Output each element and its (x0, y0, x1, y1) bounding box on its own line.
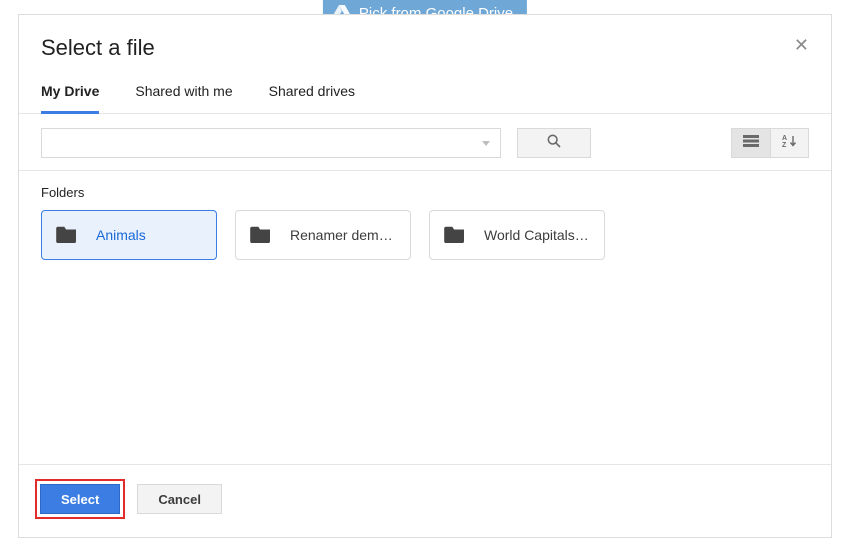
list-view-button[interactable] (732, 129, 770, 157)
folder-card-world-capitals[interactable]: World Capitals… (429, 210, 605, 260)
tab-my-drive[interactable]: My Drive (41, 83, 99, 114)
cancel-button[interactable]: Cancel (137, 484, 222, 514)
close-icon[interactable]: ✕ (794, 35, 809, 56)
content-area: Folders Animals Renamer dem… (19, 171, 831, 464)
folder-row: Animals Renamer dem… World Capitals… (41, 210, 809, 260)
search-button[interactable] (517, 128, 591, 158)
sort-button[interactable]: A Z (770, 129, 808, 157)
folder-label: World Capitals… (484, 227, 589, 243)
folder-icon (56, 225, 78, 246)
svg-text:A: A (782, 135, 787, 142)
dialog-header: Select a file ✕ (19, 15, 831, 65)
dialog-title: Select a file (41, 35, 155, 61)
svg-text:Z: Z (782, 142, 787, 148)
search-combo[interactable] (41, 128, 501, 158)
folder-card-renamer-demo[interactable]: Renamer dem… (235, 210, 411, 260)
tabs: My Drive Shared with me Shared drives (19, 65, 831, 114)
toolbar: A Z (19, 114, 831, 171)
select-button[interactable]: Select (40, 484, 120, 514)
folder-icon (250, 225, 272, 246)
file-picker-dialog: Select a file ✕ My Drive Shared with me … (18, 14, 832, 538)
folder-card-animals[interactable]: Animals (41, 210, 217, 260)
sort-az-icon: A Z (782, 134, 798, 153)
tab-shared-drives[interactable]: Shared drives (269, 83, 355, 113)
dialog-footer: Select Cancel (19, 464, 831, 537)
folder-icon (444, 225, 466, 246)
annotation-highlight: Select (35, 479, 125, 519)
list-view-icon (743, 134, 759, 152)
folder-label: Renamer dem… (290, 227, 393, 243)
folders-section-label: Folders (41, 185, 809, 200)
tab-shared-with-me[interactable]: Shared with me (135, 83, 232, 113)
search-input[interactable] (42, 135, 482, 152)
folder-label: Animals (96, 227, 146, 243)
search-icon (546, 133, 562, 154)
dropdown-arrow-icon (482, 141, 490, 146)
view-controls: A Z (731, 128, 809, 158)
